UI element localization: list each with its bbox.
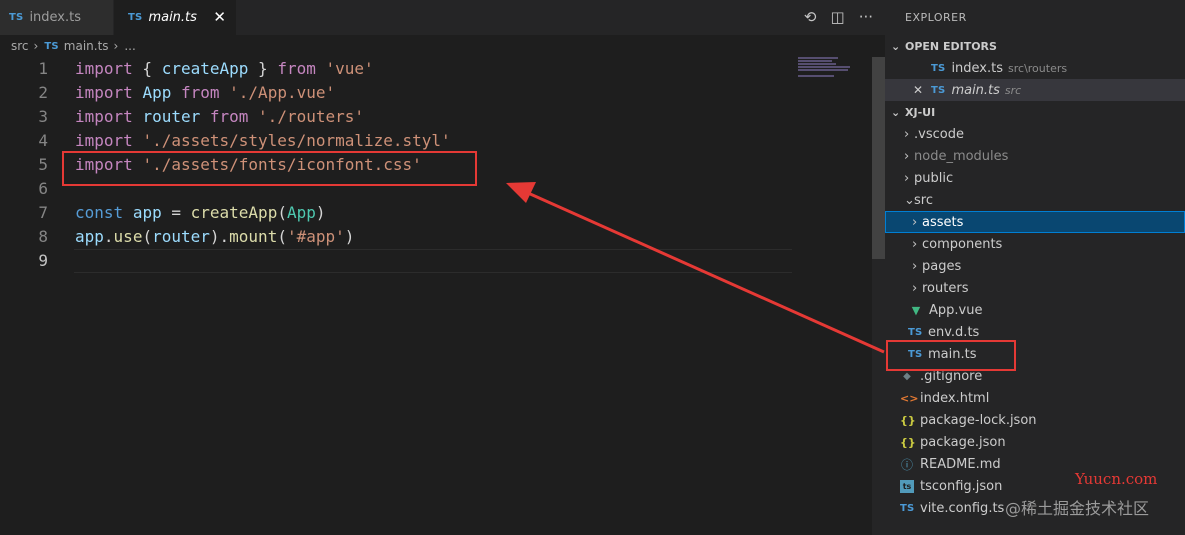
annotation-arrow	[506, 182, 885, 354]
watermark-site: Yuucn.com	[1075, 470, 1158, 488]
arrow-head	[506, 182, 536, 203]
arrow-shaft	[527, 191, 885, 354]
watermark-community: @稀土掘金技术社区	[1005, 499, 1150, 518]
